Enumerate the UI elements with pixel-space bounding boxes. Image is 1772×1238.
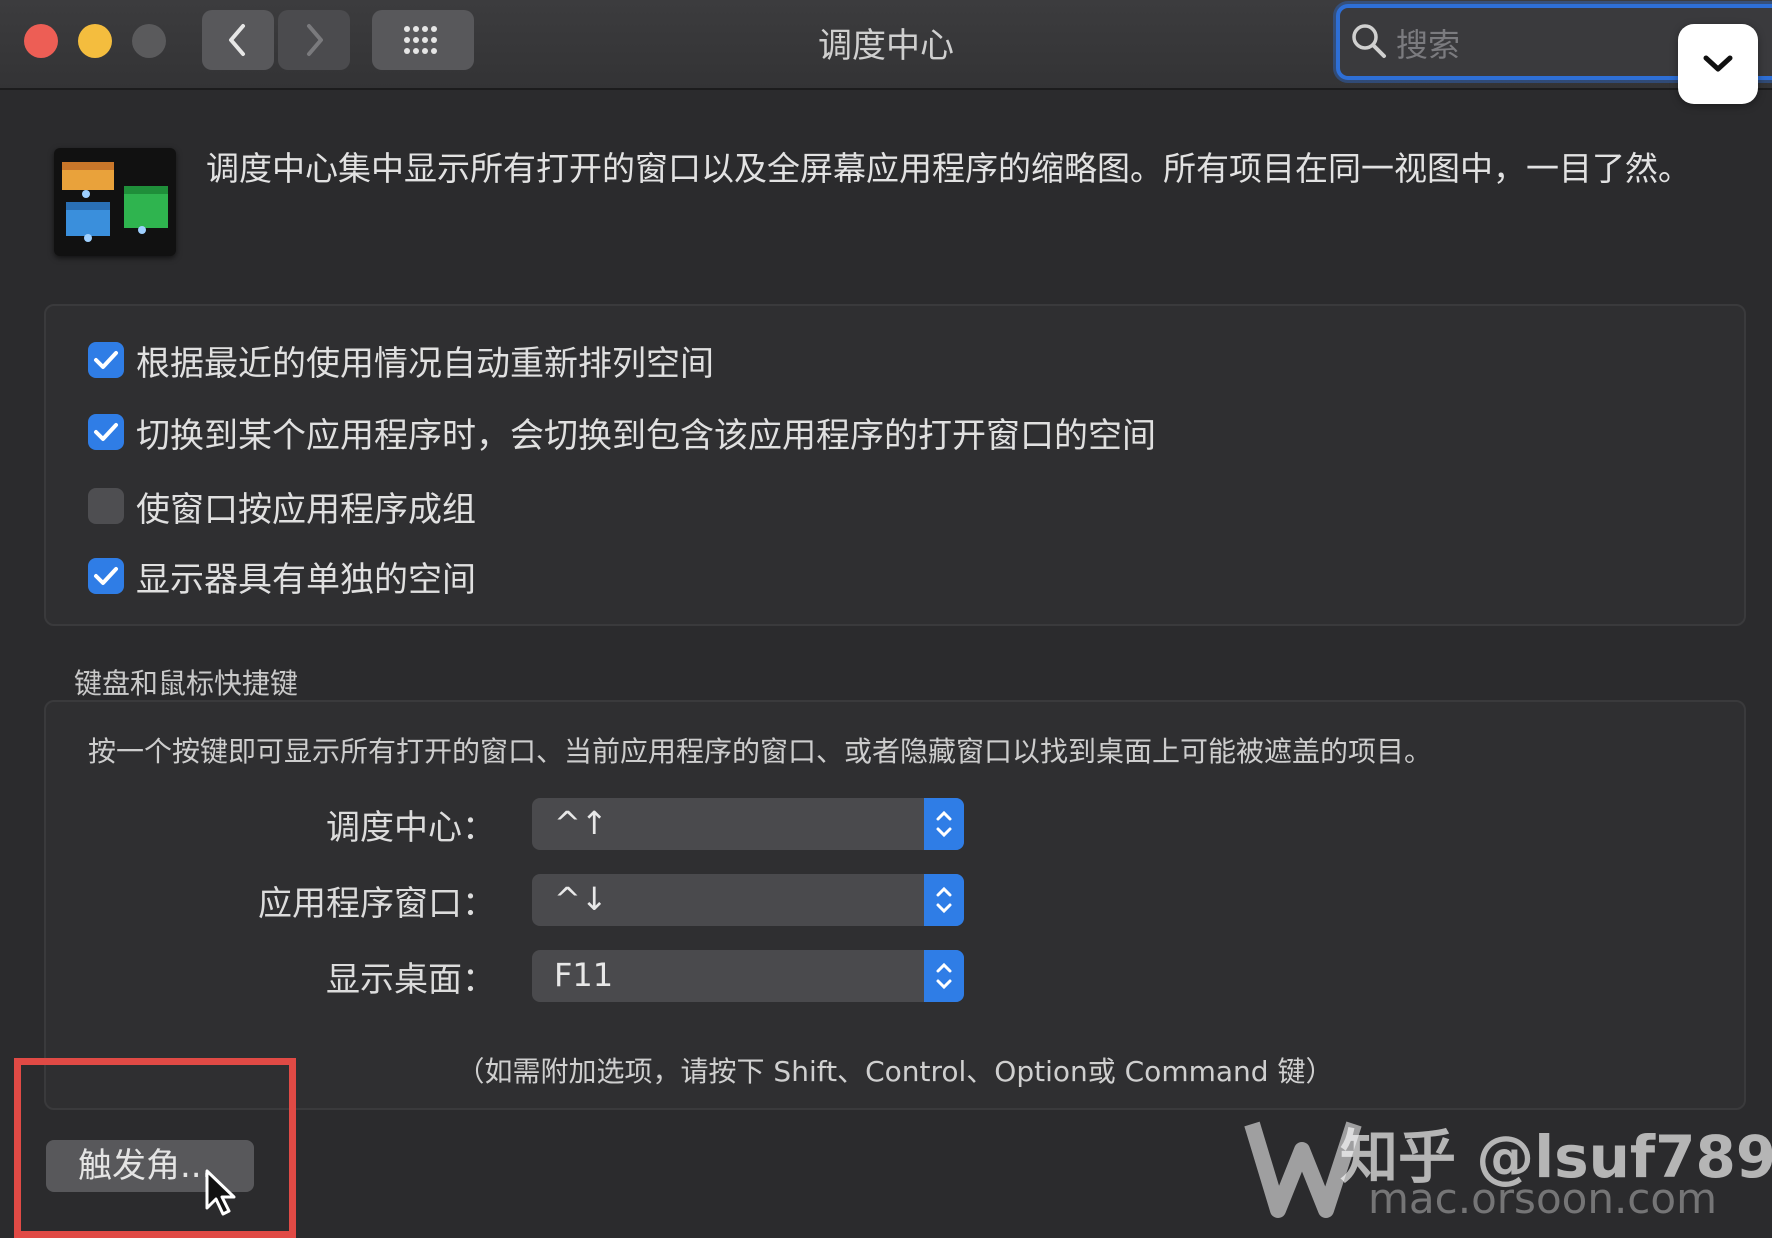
stepper-icon[interactable] [924, 798, 964, 850]
checkmark-icon [94, 423, 118, 441]
option-auto-rearrange-spaces[interactable]: 根据最近的使用情况自动重新排列空间 [88, 338, 714, 384]
watermark-url: mac.orsoon.com [1368, 1174, 1718, 1223]
stepper-icon[interactable] [924, 874, 964, 926]
options-panel: 根据最近的使用情况自动重新排列空间 切换到某个应用程序时，会切换到包含该应用程序… [44, 304, 1746, 626]
option-label: 使窗口按应用程序成组 [136, 489, 476, 530]
option-label: 显示器具有单独的空间 [136, 559, 476, 600]
intro-description: 调度中心集中显示所有打开的窗口以及全屏幕应用程序的缩略图。所有项目在同一视图中，… [206, 149, 1691, 188]
chevron-down-icon [1703, 55, 1733, 72]
select-value: ^↓ [554, 880, 608, 918]
shortcut-select-show-desktop[interactable]: F11 [532, 950, 964, 1002]
watermark: 知乎 @lsuf789 mac.orsoon.com [1244, 1110, 1772, 1224]
checkbox-unchecked[interactable] [88, 488, 124, 524]
shortcut-label-mission-control: 调度中心： [326, 808, 496, 848]
modifier-keys-note: （如需附加选项，请按下 Shift、Control、Option或 Comman… [456, 1055, 1334, 1088]
select-value: ^↑ [554, 804, 608, 842]
stepper-icon[interactable] [924, 950, 964, 1002]
checkbox-checked[interactable] [88, 342, 124, 378]
select-value: F11 [554, 956, 614, 994]
shortcut-select-mission-control[interactable]: ^↑ [532, 798, 964, 850]
checkmark-icon [94, 567, 118, 585]
shortcut-select-app-windows[interactable]: ^↓ [532, 874, 964, 926]
search-placeholder: 搜索 [1396, 26, 1461, 64]
checkbox-checked[interactable] [88, 558, 124, 594]
shortcut-label-app-windows: 应用程序窗口： [258, 884, 496, 924]
option-label: 切换到某个应用程序时，会切换到包含该应用程序的打开窗口的空间 [136, 415, 1156, 456]
shortcut-label-show-desktop: 显示桌面： [326, 960, 496, 1000]
mission-control-app-icon [54, 148, 176, 256]
checkbox-checked[interactable] [88, 414, 124, 450]
search-icon [1352, 24, 1386, 58]
title-bar: 调度中心 搜索 [0, 0, 1772, 90]
option-displays-separate-spaces[interactable]: 显示器具有单独的空间 [88, 554, 476, 600]
shortcuts-description: 按一个按键即可显示所有打开的窗口、当前应用程序的窗口、或者隐藏窗口以找到桌面上可… [88, 735, 1433, 768]
expand-dropdown-button[interactable] [1678, 24, 1758, 104]
shortcuts-section-title: 键盘和鼠标快捷键 [74, 667, 299, 700]
highlight-annotation-box [14, 1058, 296, 1238]
option-switch-to-app-space[interactable]: 切换到某个应用程序时，会切换到包含该应用程序的打开窗口的空间 [88, 410, 1156, 456]
shortcuts-panel: 按一个按键即可显示所有打开的窗口、当前应用程序的窗口、或者隐藏窗口以找到桌面上可… [44, 700, 1746, 1110]
mouse-pointer-icon [205, 1169, 236, 1216]
option-group-windows-by-app[interactable]: 使窗口按应用程序成组 [88, 484, 476, 530]
checkmark-icon [94, 351, 118, 369]
option-label: 根据最近的使用情况自动重新排列空间 [136, 343, 714, 384]
